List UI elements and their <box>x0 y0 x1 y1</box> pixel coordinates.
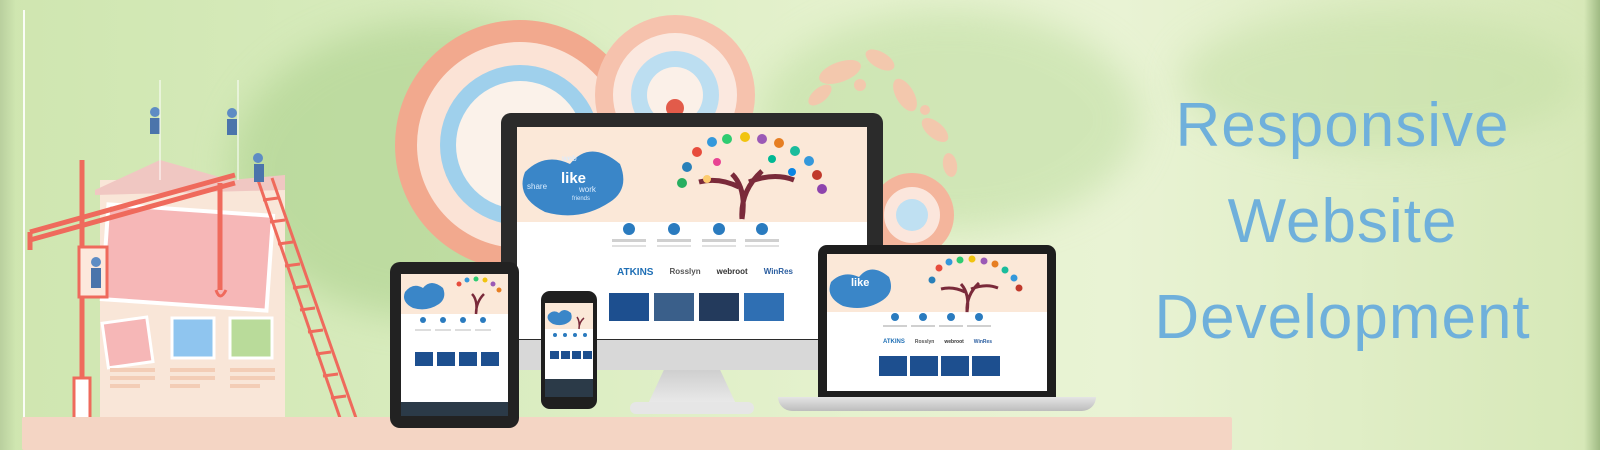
tablet-website-preview <box>401 274 508 416</box>
phone-screen <box>545 303 593 397</box>
bubble-word-share: share <box>527 182 548 191</box>
bubble-word-work: work <box>579 185 596 194</box>
logo-rosslyn: Rosslyn <box>669 267 701 276</box>
partner-logos: ATKINS Rosslyn webroot WinRes <box>617 267 793 278</box>
bubble-word-friends: friends <box>572 196 591 202</box>
laptop-partner-logos: ATKINS Rosslyn webroot WinRes <box>883 339 992 345</box>
building-site <box>95 160 285 418</box>
headline-line-1: Responsive <box>1175 91 1510 160</box>
headline: Responsive Website Development <box>1095 78 1590 366</box>
laptop-screen: like ATKINS Rosslyn webroot WinRes <box>827 254 1047 391</box>
laptop-logo-atkins: ATKINS <box>883 339 905 345</box>
desk-surface <box>22 417 1232 450</box>
headline-line-2: Website <box>1227 187 1458 256</box>
monitor-base <box>630 402 754 414</box>
tablet-screen <box>401 274 508 416</box>
headline-line-3: Development <box>1154 283 1531 352</box>
logo-webroot: webroot <box>716 267 748 276</box>
laptop-bubble-word-like: like <box>851 277 870 289</box>
phone-website-preview <box>545 303 593 397</box>
laptop-website-preview <box>827 254 1047 376</box>
bubble-word-web: web <box>562 154 577 163</box>
laptop-base <box>778 397 1096 411</box>
logo-winres: WinRes <box>763 267 793 276</box>
hero-banner: like web share work friends ATKINS Rossl… <box>0 0 1600 450</box>
laptop-logo-rosslyn: Rosslyn <box>914 339 935 345</box>
logo-atkins: ATKINS <box>617 267 654 278</box>
laptop-logo-winres: WinRes <box>973 339 993 345</box>
laptop-logo-webroot: webroot <box>944 339 964 345</box>
